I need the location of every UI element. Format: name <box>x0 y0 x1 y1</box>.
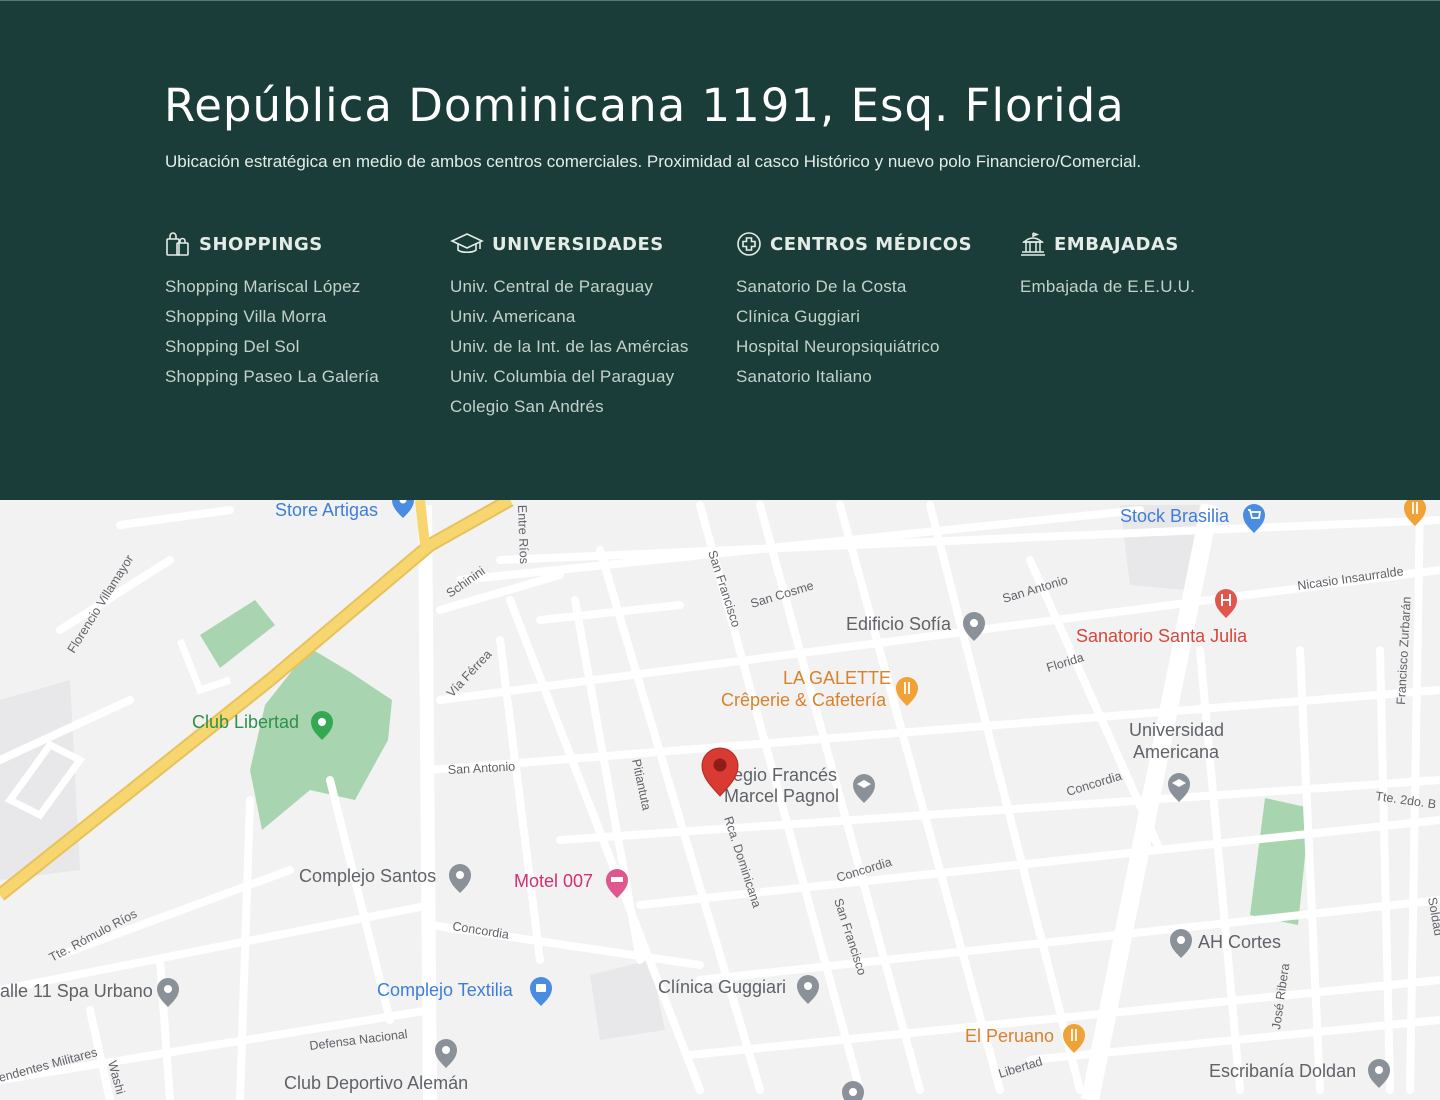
list-item: Embajada de E.E.U.U. <box>1020 277 1196 296</box>
list-item: Sanatorio Italiano <box>736 367 872 386</box>
place-label-colegio-frances[interactable]: legio Francés <box>729 765 837 785</box>
category-title: UNIVERSIDADES <box>492 233 664 255</box>
list-item: Hospital Neuropsiquiátrico <box>736 337 940 356</box>
location-map[interactable]: Entre Ríos San Francisco San Cosme San A… <box>0 500 1440 1100</box>
place-label-sanatorio-santa-julia[interactable]: Sanatorio Santa Julia <box>1076 626 1248 646</box>
highway-ramp <box>415 500 430 546</box>
list-item: Shopping Mariscal López <box>165 277 361 296</box>
place-label-club-aleman[interactable]: Club Deportivo Alemán <box>284 1073 468 1093</box>
category-embajadas: EMBAJADAS Embajada de E.E.U.U. <box>1020 229 1195 302</box>
place-label-universidad-americana-2[interactable]: Americana <box>1133 742 1220 762</box>
list-item: Sanatorio De la Costa <box>736 277 907 296</box>
list-item: Univ. Central de Paraguay <box>450 277 654 296</box>
category-title: CENTROS MÉDICOS <box>770 233 973 255</box>
place-label-colegio-frances-2[interactable]: Marcel Pagnol <box>724 786 839 806</box>
category-title: EMBAJADAS <box>1054 233 1179 255</box>
location-header: República Dominicana 1191, Esq. Florida … <box>0 0 1440 500</box>
list-item: Univ. de la Int. de las Amércias <box>450 337 689 356</box>
place-label-complejo-santos[interactable]: Complejo Santos <box>299 866 436 886</box>
place-label-universidad-americana[interactable]: Universidad <box>1129 720 1224 740</box>
place-label-edificio-sofia[interactable]: Edificio Sofía <box>846 614 952 634</box>
place-label-stock-brasilia[interactable]: Stock Brasilia <box>1120 506 1230 526</box>
place-label-escribania-doldan[interactable]: Escribanía Doldan <box>1209 1061 1356 1081</box>
shopping-bags-icon <box>165 231 199 257</box>
street-label: Entre Ríos <box>515 505 531 565</box>
place-label-motel-007[interactable]: Motel 007 <box>514 871 593 891</box>
list-item: Colegio San Andrés <box>450 397 604 416</box>
category-title: SHOPPINGS <box>199 233 323 255</box>
category-universidades: UNIVERSIDADES Univ. Central de Paraguay … <box>450 229 689 422</box>
list-item: Shopping Paseo La Galería <box>165 367 379 386</box>
place-label-complejo-textilia[interactable]: Complejo Textilia <box>377 980 514 1000</box>
place-label-store-artigas[interactable]: Store Artigas <box>275 500 378 520</box>
page-subtitle: Ubicación estratégica en medio de ambos … <box>165 152 1142 171</box>
place-label-club-libertad[interactable]: Club Libertad <box>192 712 299 732</box>
list-item: Clínica Guggiari <box>736 307 861 326</box>
main-avenue <box>418 504 437 1100</box>
medical-cross-icon <box>736 231 770 257</box>
embassy-building-icon <box>1020 231 1054 257</box>
place-label-ah-cortes[interactable]: AH Cortes <box>1198 932 1281 952</box>
place-label-la-galette-sub[interactable]: Crêperie & Cafetería <box>721 690 887 710</box>
category-centros-medicos: CENTROS MÉDICOS Sanatorio De la Costa Cl… <box>736 229 972 392</box>
list-item: Shopping Villa Morra <box>165 307 327 326</box>
list-item: Univ. Columbia del Paraguay <box>450 367 675 386</box>
place-label-el-peruano[interactable]: El Peruano <box>965 1026 1054 1046</box>
place-label-spa-urbano[interactable]: alle 11 Spa Urbano <box>0 981 153 1001</box>
page-title: República Dominicana 1191, Esq. Florida <box>164 79 1125 132</box>
category-shoppings: SHOPPINGS Shopping Mariscal López Shoppi… <box>165 229 379 392</box>
place-label-clinica-guggiari[interactable]: Clínica Guggiari <box>658 977 786 997</box>
place-label-la-galette[interactable]: LA GALETTE <box>783 668 891 688</box>
graduation-cap-icon <box>450 231 492 257</box>
list-item: Shopping Del Sol <box>165 337 300 356</box>
list-item: Univ. Americana <box>450 307 576 326</box>
